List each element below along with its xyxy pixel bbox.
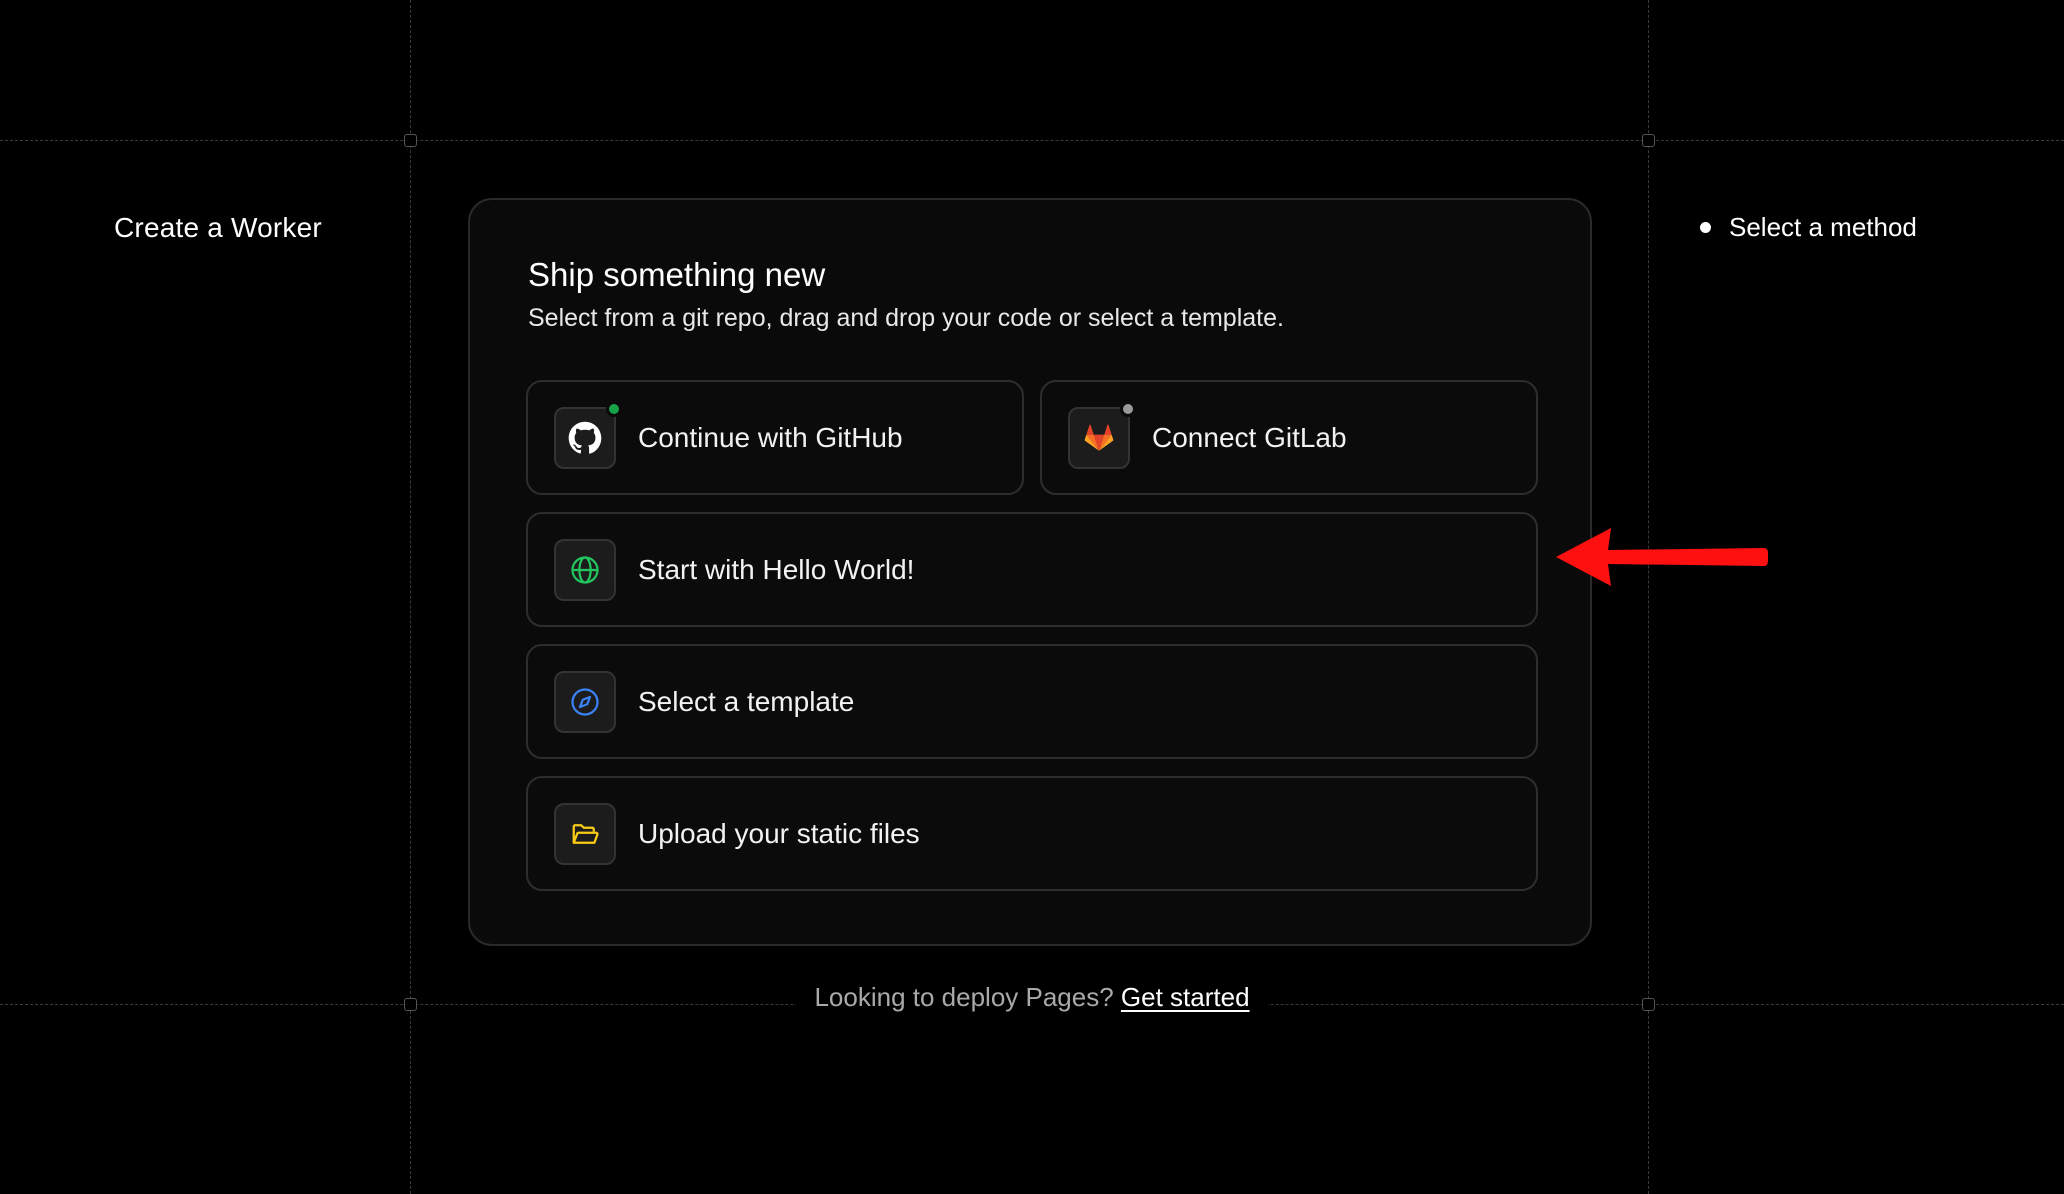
get-started-link[interactable]: Get started: [1121, 982, 1250, 1012]
template-label: Select a template: [638, 685, 855, 717]
connect-gitlab-button[interactable]: Connect GitLab: [1040, 380, 1538, 495]
compass-icon-box: [554, 670, 616, 733]
guide-corner-top-left: [404, 134, 417, 147]
github-icon: [568, 421, 602, 454]
page-canvas: Create a Worker Select a method Ship som…: [0, 0, 2064, 1194]
guide-corner-top-right: [1642, 134, 1655, 147]
guide-line-right: [1648, 0, 1649, 1194]
hello-world-label: Start with Hello World!: [638, 553, 915, 585]
gitlab-label: Connect GitLab: [1152, 421, 1347, 453]
globe-icon-box: [554, 538, 616, 601]
step-indicator: Select a method: [1700, 212, 1917, 243]
start-with-hello-world-button[interactable]: Start with Hello World!: [526, 512, 1538, 627]
gitlab-icon: [1084, 424, 1114, 451]
disconnected-status-dot-icon: [1120, 400, 1136, 417]
guide-line-top: [0, 140, 2064, 141]
card-title: Ship something new: [528, 256, 826, 293]
upload-label: Upload your static files: [638, 817, 920, 849]
select-a-template-button[interactable]: Select a template: [526, 644, 1538, 759]
globe-icon: [571, 555, 599, 584]
folder-open-icon: [572, 823, 599, 844]
page-title: Create a Worker: [114, 212, 322, 243]
step-active-dot-icon: [1700, 222, 1711, 233]
guide-line-left: [410, 0, 411, 1194]
footer: Looking to deploy Pages? Get started: [0, 982, 2064, 1013]
folder-open-icon-box: [554, 802, 616, 865]
compass-icon: [571, 687, 599, 716]
connected-status-dot-icon: [606, 400, 622, 417]
github-icon-box: [554, 400, 622, 469]
step-label: Select a method: [1729, 212, 1917, 242]
continue-with-github-button[interactable]: Continue with GitHub: [526, 380, 1024, 495]
footer-prompt: Looking to deploy Pages?: [814, 982, 1114, 1012]
method-card: Ship something new Select from a git rep…: [468, 198, 1592, 946]
red-arrow-icon: [1556, 528, 1768, 586]
github-label: Continue with GitHub: [638, 421, 903, 453]
upload-static-files-button[interactable]: Upload your static files: [526, 776, 1538, 891]
footer-text: Looking to deploy Pages? Get started: [796, 982, 1268, 1013]
card-subtitle: Select from a git repo, drag and drop yo…: [528, 304, 1284, 332]
gitlab-icon-box: [1068, 400, 1136, 469]
